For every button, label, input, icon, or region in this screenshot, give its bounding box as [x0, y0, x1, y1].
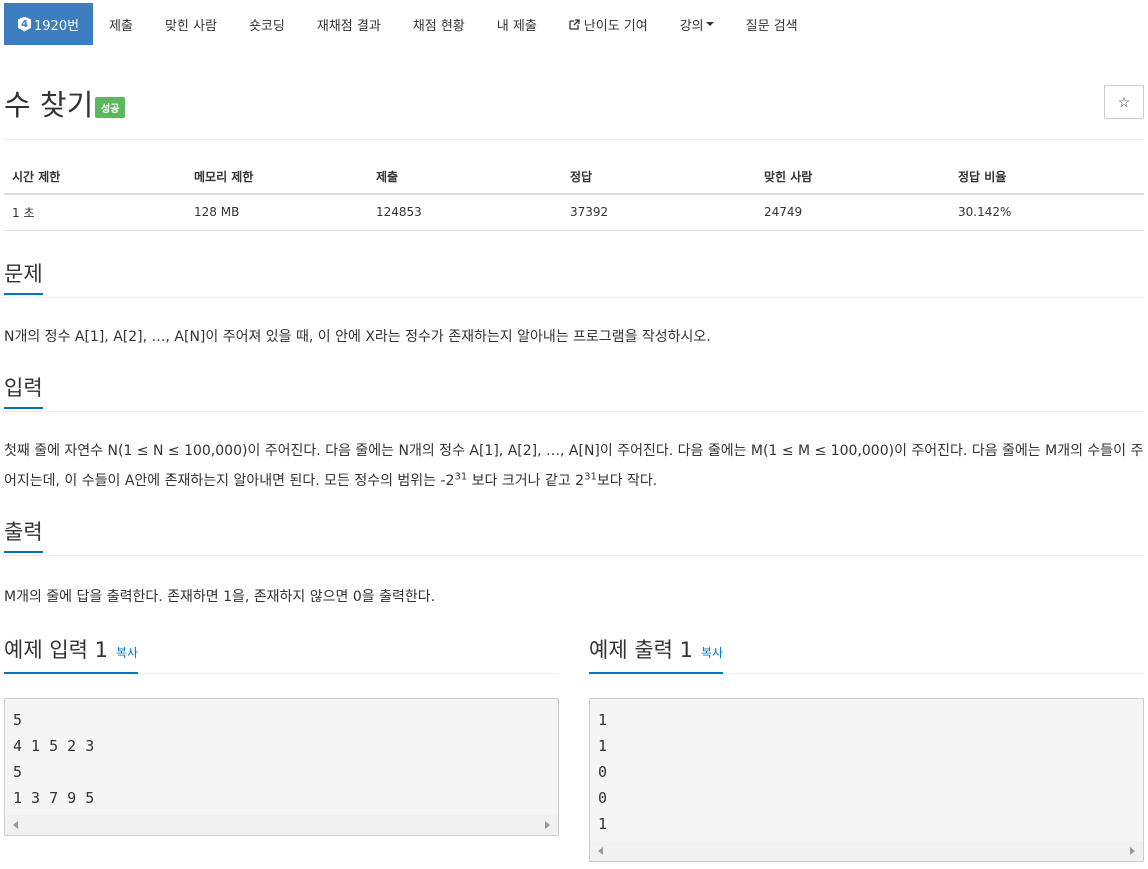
problem-header: 수 찾기 성공 ☆: [4, 80, 1144, 140]
section-heading: 문제: [4, 260, 1144, 298]
nav-submit[interactable]: 제출: [93, 3, 149, 45]
value-accept-ratio: 30.142%: [950, 194, 1144, 231]
problem-nav: 4 1920번 제출 맞힌 사람 숏코딩 재채점 결과 채점 현황 내 제출 난…: [4, 3, 1144, 45]
horizontal-scrollbar[interactable]: [590, 841, 1143, 861]
section-heading: 예제 출력 1 복사: [589, 636, 1144, 674]
caret-down-icon: [705, 22, 714, 26]
output-section: 출력 M개의 줄에 답을 출력한다. 존재하면 1을, 존재하지 않으면 0을 …: [4, 518, 1144, 612]
section-heading: 예제 입력 1 복사: [4, 636, 559, 674]
info-value-row: 1 초 128 MB 124853 37392 24749 30.142%: [4, 194, 1144, 231]
sample-input-section: 예제 입력 1 복사 5 4 1 5 2 3 5 1 3 7 9 5: [4, 636, 559, 836]
section-heading: 입력: [4, 374, 1144, 412]
nav-solved-users[interactable]: 맞힌 사람: [149, 3, 233, 45]
tier-badge-icon: 4: [18, 16, 31, 32]
sample-output-heading: 예제 출력 1: [589, 638, 693, 662]
copy-sample-input-button[interactable]: 복사: [116, 646, 138, 660]
problem-number: 1920번: [34, 18, 80, 34]
nav-short-coding[interactable]: 숏코딩: [233, 3, 301, 45]
scroll-left-icon[interactable]: [13, 821, 18, 829]
input-section: 입력 첫째 줄에 자연수 N(1 ≤ N ≤ 100,000)이 주어진다. 다…: [4, 374, 1144, 496]
problem-title: 수 찾기: [4, 88, 94, 122]
problem-description-section: 문제 N개의 정수 A[1], A[2], …, A[N]이 주어져 있을 때,…: [4, 260, 1144, 352]
section-heading: 출력: [4, 518, 1144, 556]
result-badge: 성공: [95, 97, 126, 118]
favorite-star-button[interactable]: ☆: [1104, 85, 1144, 119]
scroll-right-icon[interactable]: [1130, 847, 1135, 855]
header-memory-limit: 메모리 제한: [186, 160, 368, 195]
nav-lectures-label: 강의: [679, 18, 704, 34]
input-text: 첫째 줄에 자연수 N(1 ≤ N ≤ 100,000)이 주어진다. 다음 줄…: [4, 412, 1144, 496]
nav-lectures-dropdown[interactable]: 강의: [664, 3, 730, 45]
input-heading: 입력: [4, 374, 43, 409]
description-heading: 문제: [4, 260, 43, 295]
header-submissions: 제출: [368, 160, 562, 195]
input-text-mid: 보다 크거나 같고 2: [467, 473, 585, 489]
horizontal-scrollbar[interactable]: [5, 815, 558, 835]
header-solved-users: 맞힌 사람: [756, 160, 950, 195]
input-exp-2: 31: [584, 471, 597, 483]
value-submissions: 124853: [368, 194, 562, 231]
info-header-row: 시간 제한 메모리 제한 제출 정답 맞힌 사람 정답 비율: [4, 160, 1144, 195]
sample-input-heading: 예제 입력 1: [4, 638, 108, 662]
output-text: M개의 줄에 답을 출력한다. 존재하면 1을, 존재하지 않으면 0을 출력한…: [4, 589, 436, 605]
sample-input-box[interactable]: 5 4 1 5 2 3 5 1 3 7 9 5: [4, 698, 559, 836]
scroll-left-icon[interactable]: [598, 847, 603, 855]
sample-input-content: 5 4 1 5 2 3 5 1 3 7 9 5: [13, 711, 95, 807]
output-heading: 출력: [4, 518, 43, 553]
nav-difficulty-contribution[interactable]: 난이도 기여: [553, 3, 664, 45]
sample-output-box[interactable]: 1 1 0 0 1: [589, 698, 1144, 862]
header-accepted: 정답: [562, 160, 756, 195]
nav-difficulty-label: 난이도 기여: [583, 18, 648, 34]
description-text: N개의 정수 A[1], A[2], …, A[N]이 주어져 있을 때, 이 …: [4, 329, 711, 345]
copy-sample-output-button[interactable]: 복사: [701, 646, 723, 660]
sample-input-heading-wrap: 예제 입력 1 복사: [4, 636, 139, 674]
nav-rejudge-results[interactable]: 재채점 결과: [301, 3, 397, 45]
problem-info-table: 시간 제한 메모리 제한 제출 정답 맞힌 사람 정답 비율 1 초 128 M…: [4, 160, 1144, 231]
external-link-icon: [569, 18, 580, 30]
value-solved-users: 24749: [756, 194, 950, 231]
nav-my-submissions[interactable]: 내 제출: [481, 3, 553, 45]
input-exp-1: 31: [454, 471, 468, 483]
header-accept-ratio: 정답 비율: [950, 160, 1144, 195]
nav-status[interactable]: 채점 현황: [397, 3, 481, 45]
header-time-limit: 시간 제한: [4, 160, 186, 195]
value-time-limit: 1 초: [4, 194, 186, 231]
nav-problem-number[interactable]: 4 1920번: [4, 3, 94, 45]
scroll-right-icon[interactable]: [545, 821, 550, 829]
star-icon: ☆: [1117, 93, 1131, 110]
value-accepted: 37392: [562, 194, 756, 231]
sample-output-content: 1 1 0 0 1: [598, 711, 608, 833]
sample-output-heading-wrap: 예제 출력 1 복사: [589, 636, 724, 674]
sample-output-section: 예제 출력 1 복사 1 1 0 0 1: [589, 636, 1144, 862]
nav-question-search[interactable]: 질문 검색: [730, 3, 814, 45]
input-text-end: 보다 작다.: [596, 473, 658, 489]
value-memory-limit: 128 MB: [186, 194, 368, 231]
